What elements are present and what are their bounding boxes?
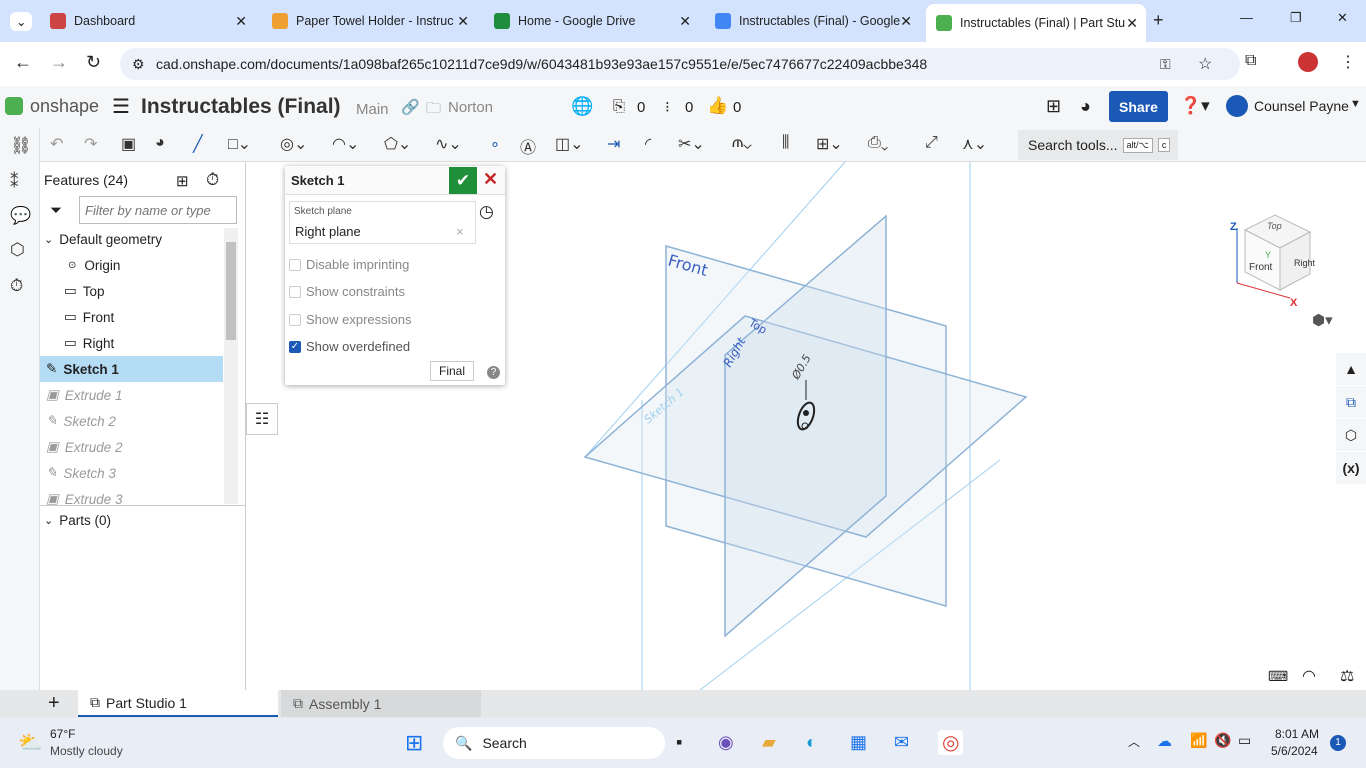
variables-icon[interactable]: (x) xyxy=(1336,452,1366,484)
disable-imprinting-checkbox[interactable]: Disable imprinting xyxy=(289,257,409,272)
checkbox-label: Show constraints xyxy=(306,284,405,299)
sketch-dialog: Sketch 1 ✔ ✕ Sketch plane Right plane × … xyxy=(285,166,505,385)
z-axis-label: Z xyxy=(1230,221,1237,233)
view-options-icon: ⬢▾ xyxy=(1312,312,1333,329)
temperature[interactable]: 67°F xyxy=(50,727,75,741)
help-icon[interactable]: ? xyxy=(487,366,500,379)
teams-icon[interactable]: ◉ xyxy=(718,732,734,753)
viewport[interactable]: Front Top Right Sketch 1 Ø0.5 Top Front … xyxy=(0,0,1366,768)
cancel-button[interactable]: ✕ xyxy=(483,169,498,190)
add-tab-icon[interactable]: + xyxy=(48,692,60,715)
mass-properties-icon[interactable]: ⚖ xyxy=(1340,666,1354,686)
appearance-icon[interactable]: ▲ xyxy=(1336,353,1366,385)
show-constraints-checkbox[interactable]: Show constraints xyxy=(289,284,405,299)
chrome-icon[interactable]: ◎ xyxy=(938,730,964,755)
windows-taskbar: ⛅ 67°F Mostly cloudy ⊞ 🔍 Search ▪ ◉ ▰ ◐ ▦… xyxy=(0,718,1366,768)
edge-icon[interactable]: ◐ xyxy=(806,732,817,753)
measure-icon[interactable]: ⌨ xyxy=(1268,668,1288,685)
task-view-icon[interactable]: ▪ xyxy=(676,732,682,753)
clear-icon[interactable]: × xyxy=(456,224,464,239)
checkbox-label: Disable imprinting xyxy=(306,257,410,272)
cube-front-label: Front xyxy=(1249,262,1273,273)
search-icon: 🔍 xyxy=(455,734,473,751)
taskbar-search[interactable]: 🔍 Search xyxy=(443,727,665,759)
volume-icon[interactable]: 🔇 xyxy=(1214,732,1231,749)
configurations-icon[interactable]: ⬡ xyxy=(1336,419,1366,451)
start-icon[interactable]: ⊞ xyxy=(405,730,423,756)
view-cube[interactable]: Top Front Right Z X Y xyxy=(1230,214,1316,309)
clock-date[interactable]: 5/6/2024 xyxy=(1271,744,1318,758)
part-studio-icon: ⧉ xyxy=(90,694,100,710)
field-value: Right plane xyxy=(295,224,361,239)
sketch-plane-field[interactable]: Sketch plane Right plane × xyxy=(289,201,476,244)
tab-part-studio-1[interactable]: ⧉ Part Studio 1 xyxy=(78,690,278,717)
notification-badge[interactable]: 1 xyxy=(1330,735,1346,751)
cube-top-label: Top xyxy=(1267,221,1282,231)
final-button[interactable]: Final xyxy=(430,361,475,381)
tab-assembly-1[interactable]: ⧉ Assembly 1 xyxy=(281,690,481,717)
sketch-point xyxy=(803,410,809,416)
document-tabs-bar: + ⧉ Part Studio 1 ⧉ Assembly 1 xyxy=(0,690,1366,718)
onedrive-icon[interactable]: ☁ xyxy=(1157,732,1172,750)
assembly-icon: ⧉ xyxy=(293,695,303,711)
checkbox-label: Show overdefined xyxy=(306,339,411,354)
weather-icon[interactable]: ⛅ xyxy=(18,730,43,755)
checkbox-label: Show expressions xyxy=(306,312,412,327)
cube-right-label: Right xyxy=(1294,258,1316,268)
search-label: Search xyxy=(482,735,527,751)
history-icon[interactable]: ◷ xyxy=(479,202,494,222)
weather-text[interactable]: Mostly cloudy xyxy=(50,744,123,758)
file-explorer-icon[interactable]: ▰ xyxy=(762,732,776,753)
accept-button[interactable]: ✔ xyxy=(449,167,477,194)
show-overdefined-checkbox[interactable]: ✓ Show overdefined xyxy=(289,339,410,354)
tab-label: Assembly 1 xyxy=(309,695,382,712)
wifi-icon[interactable]: 📶 xyxy=(1190,732,1207,749)
x-axis-label: X xyxy=(1290,297,1298,309)
dialog-title[interactable]: Sketch 1 xyxy=(291,173,344,188)
tab-label: Part Studio 1 xyxy=(106,694,187,711)
chevron-up-icon[interactable]: ︿ xyxy=(1128,733,1140,750)
clock-time[interactable]: 8:01 AM xyxy=(1275,727,1319,741)
y-axis-label: Y xyxy=(1265,250,1271,260)
section-view-icon[interactable]: ◠ xyxy=(1302,666,1316,686)
store-icon[interactable]: ▦ xyxy=(850,732,867,753)
battery-icon[interactable]: ▭ xyxy=(1238,732,1251,749)
show-expressions-checkbox[interactable]: Show expressions xyxy=(289,312,412,327)
field-label: Sketch plane xyxy=(294,206,352,217)
mail-icon[interactable]: ✉ xyxy=(894,732,909,753)
mate-connector-icon[interactable]: ⧉ xyxy=(1336,386,1366,418)
